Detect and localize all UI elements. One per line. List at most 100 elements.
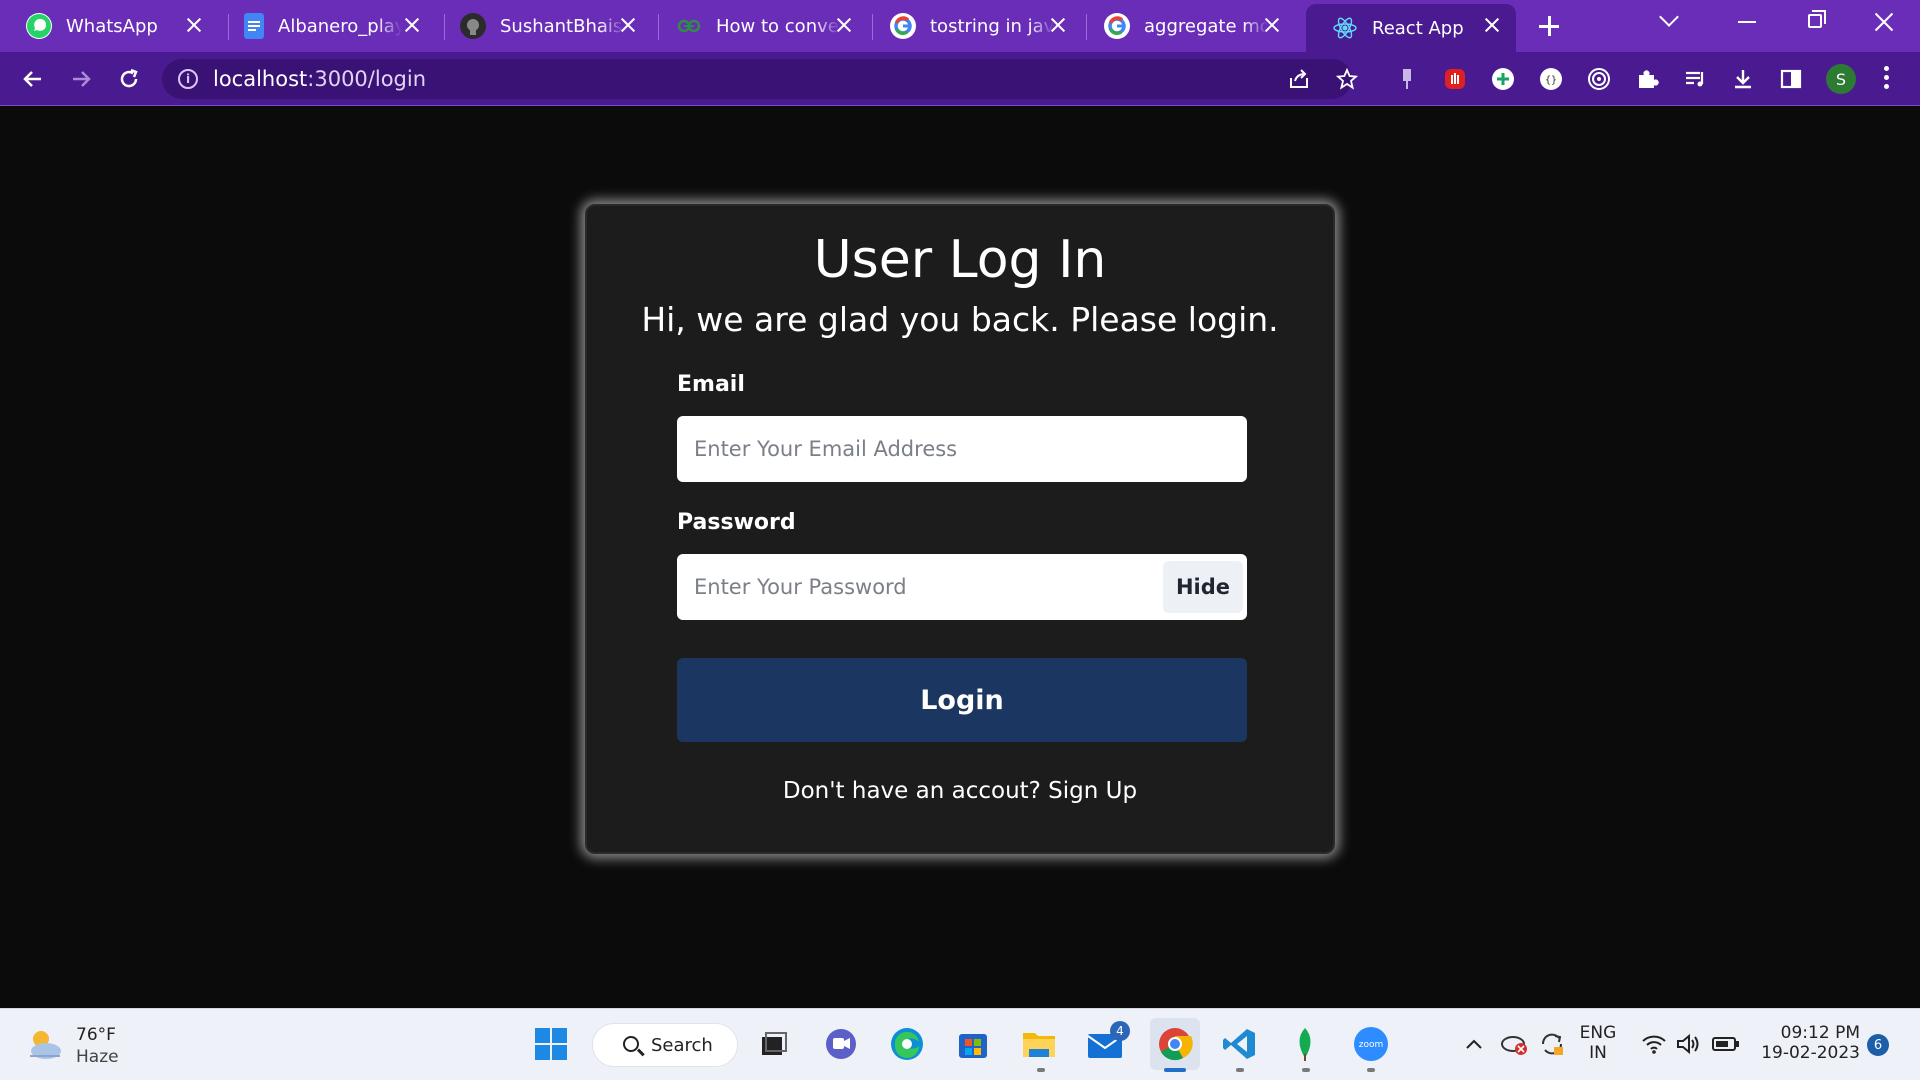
browser-tab-strip: WhatsApp Albanero_playbook SushantBhaisw… — [0, 0, 1920, 52]
google-icon — [1104, 13, 1130, 39]
tab-title: WhatsApp — [66, 15, 158, 37]
tab-search-chevron-icon[interactable] — [1659, 7, 1679, 27]
tab-aggregate-mongo[interactable]: aggregate mongo — [1078, 4, 1296, 48]
whatsapp-icon — [26, 13, 52, 39]
signup-link[interactable]: Don't have an accout? Sign Up — [587, 778, 1333, 804]
teams-chat-icon[interactable] — [820, 1023, 862, 1065]
search-icon — [623, 1036, 639, 1052]
login-card: User Log In Hi, we are glad you back. Pl… — [585, 204, 1335, 854]
onedrive-error-icon[interactable] — [1496, 1023, 1532, 1065]
password-input[interactable] — [677, 554, 1147, 620]
battery-icon[interactable] — [1708, 1023, 1744, 1065]
forward-icon[interactable] — [66, 64, 96, 94]
tab-title: How to convert — [716, 15, 840, 37]
running-indicator — [1367, 1068, 1375, 1072]
language-indicator[interactable]: ENG IN — [1576, 1023, 1620, 1063]
tab-close-icon[interactable] — [1482, 15, 1502, 35]
browser-toolbar: i localhost:3000/login {} S — [0, 52, 1920, 106]
zoom-icon[interactable]: zoom — [1350, 1023, 1392, 1065]
download-icon[interactable] — [1730, 66, 1756, 92]
svg-text:{}: {} — [1545, 75, 1557, 86]
minimize-icon[interactable] — [1738, 21, 1756, 23]
hide-password-button[interactable]: Hide — [1163, 561, 1243, 613]
volume-icon[interactable] — [1670, 1023, 1706, 1065]
tray-overflow-chevron-icon[interactable] — [1456, 1023, 1492, 1065]
email-field-wrapper — [677, 416, 1247, 482]
sync-icon[interactable] — [1534, 1023, 1570, 1065]
weather-condition: Haze — [76, 1047, 119, 1067]
clock-date: 19-02-2023 — [1761, 1043, 1860, 1063]
url-host: localhost — [213, 67, 308, 91]
extension-target-icon[interactable] — [1586, 66, 1612, 92]
new-tab-icon[interactable] — [1534, 11, 1564, 41]
vscode-icon[interactable] — [1218, 1023, 1260, 1065]
running-indicator — [1302, 1068, 1310, 1072]
email-label: Email — [677, 372, 745, 397]
region-code: IN — [1589, 1043, 1607, 1063]
search-label: Search — [651, 1035, 713, 1056]
site-info-icon[interactable]: i — [178, 69, 198, 89]
tab-close-icon[interactable] — [402, 15, 422, 35]
side-panel-icon[interactable] — [1778, 66, 1804, 92]
tab-close-icon[interactable] — [618, 15, 638, 35]
tab-title: SushantBhaiswar — [500, 15, 624, 37]
tab-close-icon[interactable] — [1048, 15, 1068, 35]
tab-tostring-java[interactable]: tostring in java — [864, 4, 1082, 48]
weather-haze-icon — [30, 1031, 61, 1059]
tab-react-app[interactable]: React App — [1306, 4, 1516, 52]
mongodb-compass-icon[interactable] — [1284, 1023, 1326, 1065]
extension-hand-icon[interactable] — [1442, 66, 1468, 92]
url-text[interactable]: localhost:3000/login — [213, 67, 426, 91]
google-icon — [890, 13, 916, 39]
extension-plus-icon[interactable] — [1490, 66, 1516, 92]
weather-temp: 76°F — [76, 1025, 116, 1045]
tab-albanero-playbook[interactable]: Albanero_playbook — [218, 4, 436, 48]
active-app-indicator — [1164, 1068, 1186, 1072]
clock[interactable]: 09:12 PM 19-02-2023 — [1752, 1023, 1860, 1063]
tab-github[interactable]: SushantBhaiswar — [434, 4, 652, 48]
back-icon[interactable] — [18, 64, 48, 94]
windows-taskbar: 76°F Haze Search 4 zoom ENG IN 09:12 PM … — [0, 1008, 1920, 1080]
restore-icon[interactable] — [1808, 10, 1826, 28]
google-docs-icon — [244, 13, 264, 39]
login-button[interactable]: Login — [677, 658, 1247, 742]
password-label: Password — [677, 510, 796, 535]
extensions-puzzle-icon[interactable] — [1634, 66, 1660, 92]
github-icon — [460, 13, 486, 39]
tab-geeksforgeeks[interactable]: How to convert — [650, 4, 868, 48]
window-close-icon[interactable] — [1872, 10, 1896, 34]
page-title: User Log In — [813, 230, 1107, 290]
extension-json-icon[interactable]: {} — [1538, 66, 1564, 92]
tab-close-icon[interactable] — [834, 15, 854, 35]
email-input[interactable] — [677, 416, 1247, 482]
geeksforgeeks-icon — [676, 13, 702, 39]
page-subtitle: Hi, we are glad you back. Please login. — [641, 300, 1279, 339]
chrome-icon[interactable] — [1150, 1018, 1200, 1070]
mail-badge: 4 — [1110, 1021, 1130, 1041]
wifi-icon[interactable] — [1636, 1023, 1672, 1065]
reload-icon[interactable] — [114, 64, 144, 94]
windows-start-icon[interactable] — [530, 1023, 572, 1065]
share-icon[interactable] — [1288, 68, 1310, 90]
taskbar-search[interactable]: Search — [592, 1023, 738, 1067]
microsoft-store-icon[interactable] — [952, 1023, 994, 1065]
svg-text:zoom: zoom — [1359, 1040, 1384, 1050]
address-bar[interactable]: i localhost:3000/login — [162, 59, 1359, 99]
edge-browser-icon[interactable] — [886, 1023, 928, 1065]
browser-menu-icon[interactable] — [1884, 66, 1890, 92]
tab-close-icon[interactable] — [184, 15, 204, 35]
notification-count-badge[interactable]: 6 — [1867, 1034, 1889, 1056]
running-indicator — [1236, 1068, 1244, 1072]
profile-avatar[interactable]: S — [1826, 64, 1856, 94]
extension-pin-icon[interactable] — [1394, 66, 1420, 92]
tab-whatsapp[interactable]: WhatsApp — [0, 4, 218, 48]
bookmark-star-icon[interactable] — [1335, 67, 1359, 90]
tab-close-icon[interactable] — [1262, 15, 1282, 35]
running-indicator — [1037, 1068, 1045, 1072]
language-code: ENG — [1579, 1023, 1617, 1043]
tab-title: aggregate mongo — [1144, 15, 1268, 37]
media-queue-icon[interactable] — [1682, 66, 1708, 92]
task-view-icon[interactable] — [752, 1023, 794, 1065]
file-explorer-icon[interactable] — [1018, 1023, 1060, 1065]
url-path: :3000/login — [307, 67, 427, 91]
